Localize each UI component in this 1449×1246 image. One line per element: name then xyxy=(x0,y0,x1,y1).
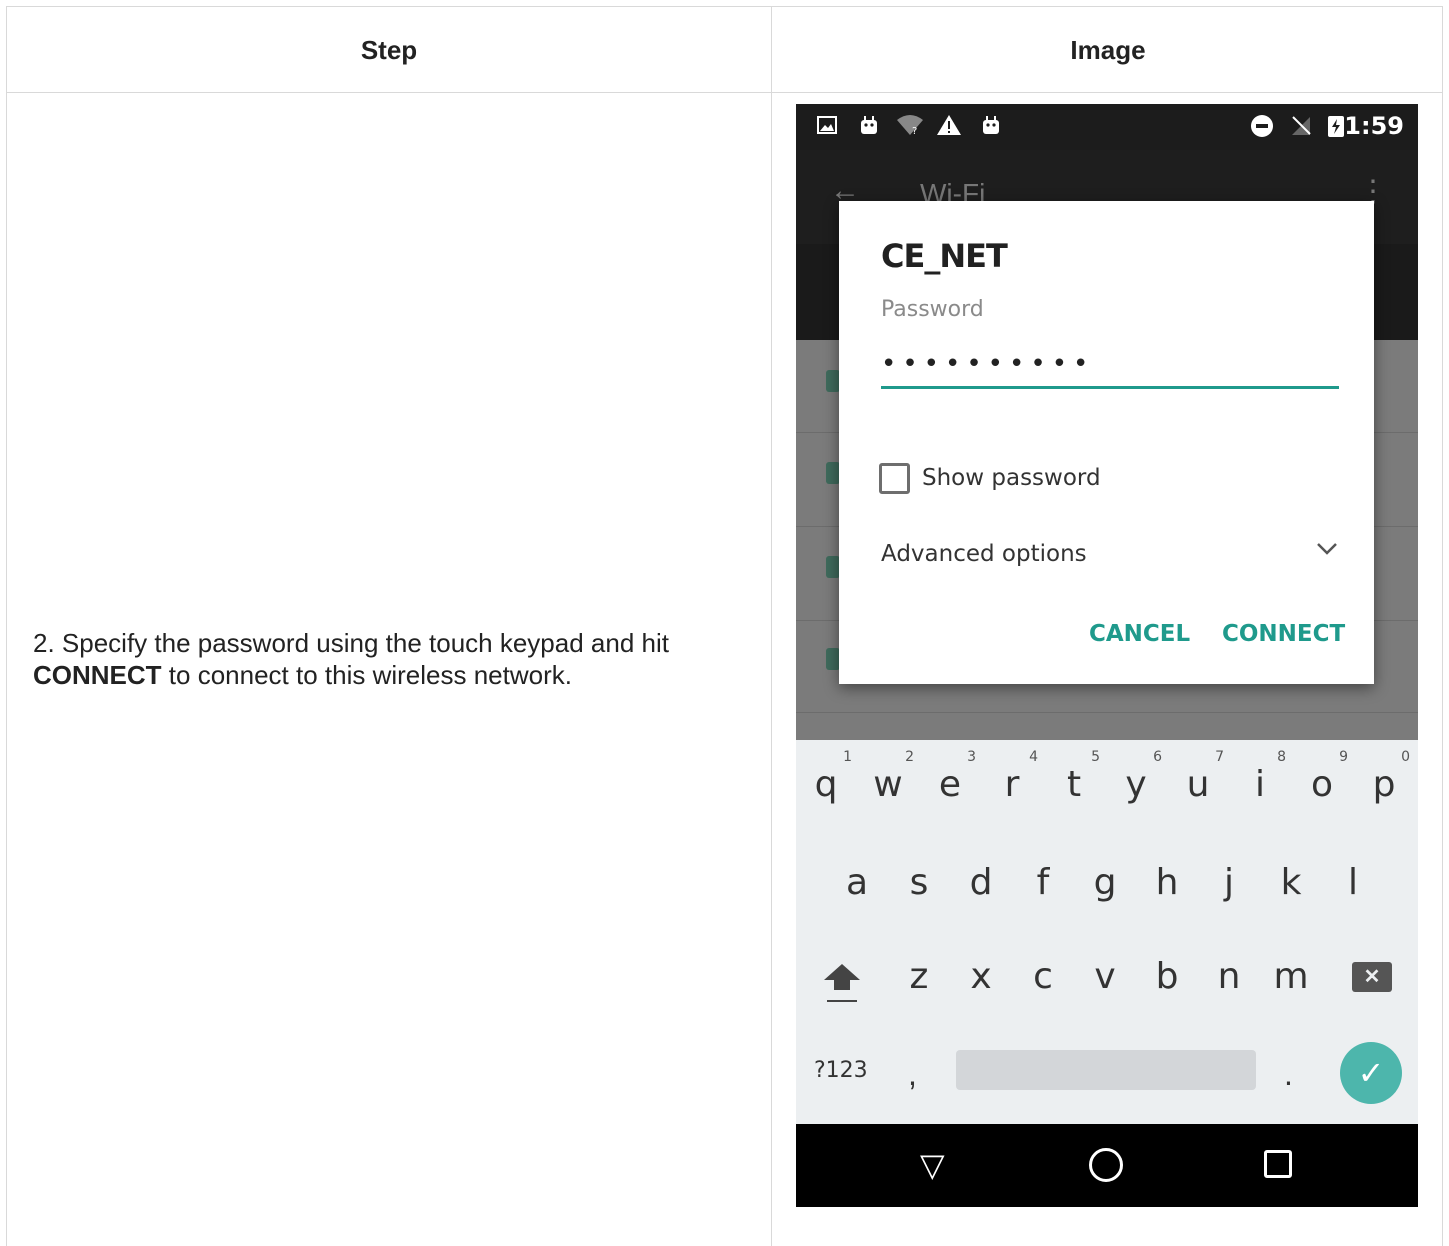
key-label: w xyxy=(873,764,903,805)
key-hint: 4 xyxy=(1029,749,1038,765)
password-field[interactable] xyxy=(881,341,1339,389)
dnd-icon xyxy=(1250,114,1274,144)
svg-text:?: ? xyxy=(912,126,917,136)
key-l[interactable]: l xyxy=(1323,838,1383,928)
key-q[interactable]: q1 xyxy=(796,740,856,830)
home-circle-icon[interactable] xyxy=(1089,1148,1123,1182)
key-label: t xyxy=(1066,764,1082,805)
key-label: o xyxy=(1310,764,1334,805)
keyboard-row-3: z x c v b n m xyxy=(796,932,1418,1022)
key-o[interactable]: o9 xyxy=(1292,740,1352,830)
key-d[interactable]: d xyxy=(951,838,1011,928)
dialog-title: CE_NET xyxy=(881,237,1008,275)
warning-icon xyxy=(936,114,962,142)
cancel-button[interactable]: CANCEL xyxy=(1089,621,1190,647)
keyboard-row-2: a s d f g h j k l xyxy=(796,838,1418,928)
key-k[interactable]: k xyxy=(1261,838,1321,928)
keyboard-row-1: q1 w2 e3 r4 t5 y6 u7 i8 o9 p0 xyxy=(796,740,1418,830)
key-g[interactable]: g xyxy=(1075,838,1135,928)
header-image: Image xyxy=(1070,34,1146,65)
navigation-bar: ▽ xyxy=(796,1124,1418,1207)
show-password-checkbox[interactable] xyxy=(879,462,910,494)
password-label: Password xyxy=(881,297,984,322)
soft-keyboard: q1 w2 e3 r4 t5 y6 u7 i8 o9 p0 a s d f g … xyxy=(796,740,1418,1124)
symbols-key[interactable]: ?123 xyxy=(814,1058,868,1083)
key-label: r xyxy=(1004,764,1020,805)
key-y[interactable]: y6 xyxy=(1106,740,1166,830)
phone-screenshot: ? 1:59 ← Wi-Fi ⋮ CE_NET Password •••••••… xyxy=(796,104,1418,1207)
key-z[interactable]: z xyxy=(889,932,949,1022)
key-label: u xyxy=(1186,764,1210,805)
key-x[interactable]: x xyxy=(951,932,1011,1022)
key-n[interactable]: n xyxy=(1199,932,1259,1022)
key-p[interactable]: p0 xyxy=(1354,740,1414,830)
key-e[interactable]: e3 xyxy=(920,740,980,830)
key-s[interactable]: s xyxy=(889,838,949,928)
key-hint: 3 xyxy=(967,749,976,765)
key-label: y xyxy=(1125,764,1147,805)
key-hint: 7 xyxy=(1215,749,1224,765)
key-hint: 8 xyxy=(1277,749,1286,765)
step-text-bold: CONNECT xyxy=(33,660,162,690)
wifi-icon: ? xyxy=(896,114,924,142)
enter-check-icon[interactable]: ✓ xyxy=(1340,1042,1402,1104)
key-b[interactable]: b xyxy=(1137,932,1197,1022)
key-hint: 9 xyxy=(1339,749,1348,765)
back-triangle-icon[interactable]: ▽ xyxy=(920,1146,945,1184)
key-r[interactable]: r4 xyxy=(982,740,1042,830)
key-hint: 6 xyxy=(1153,749,1162,765)
key-i[interactable]: i8 xyxy=(1230,740,1290,830)
no-sim-icon xyxy=(1290,114,1312,142)
key-a[interactable]: a xyxy=(827,838,887,928)
key-hint: 1 xyxy=(843,749,852,765)
connect-button[interactable]: CONNECT xyxy=(1222,621,1345,647)
wifi-signal-icon xyxy=(826,370,840,392)
comma-key[interactable]: , xyxy=(908,1056,917,1093)
key-hint: 0 xyxy=(1401,749,1410,765)
key-f[interactable]: f xyxy=(1013,838,1073,928)
status-time: 1:59 xyxy=(1344,112,1404,140)
step-description: 2. Specify the password using the touch … xyxy=(33,627,753,691)
header-step: Step xyxy=(360,34,418,65)
table-header-row: Step Image xyxy=(7,7,1442,93)
status-bar: ? 1:59 xyxy=(796,104,1418,150)
key-label: i xyxy=(1254,764,1265,805)
key-hint: 5 xyxy=(1091,749,1100,765)
space-bar[interactable] xyxy=(956,1050,1256,1090)
android-icon xyxy=(858,114,880,142)
chevron-down-icon[interactable] xyxy=(1316,535,1338,563)
backspace-icon[interactable]: ✕ xyxy=(1352,962,1392,992)
recents-square-icon[interactable] xyxy=(1264,1150,1292,1178)
show-password-label: Show password xyxy=(922,465,1101,491)
key-j[interactable]: j xyxy=(1199,838,1259,928)
key-label: q xyxy=(814,764,838,805)
column-divider xyxy=(771,7,772,1246)
key-label: e xyxy=(938,764,962,805)
show-password-row[interactable]: Show password xyxy=(879,461,1101,495)
key-hint: 2 xyxy=(905,749,914,765)
list-divider xyxy=(796,712,1418,713)
key-h[interactable]: h xyxy=(1137,838,1197,928)
key-v[interactable]: v xyxy=(1075,932,1135,1022)
key-label: p xyxy=(1372,764,1396,805)
battery-charging-icon xyxy=(1326,114,1346,144)
wifi-signal-icon xyxy=(826,648,840,670)
android-icon xyxy=(980,114,1002,142)
key-w[interactable]: w2 xyxy=(858,740,918,830)
step-text-prefix: 2. Specify the password using the touch … xyxy=(33,628,669,658)
period-key[interactable]: . xyxy=(1284,1056,1293,1093)
image-icon xyxy=(816,114,838,142)
key-c[interactable]: c xyxy=(1013,932,1073,1022)
advanced-options-label[interactable]: Advanced options xyxy=(881,541,1087,567)
step-text-suffix: to connect to this wireless network. xyxy=(161,660,572,690)
key-t[interactable]: t5 xyxy=(1044,740,1104,830)
key-m[interactable]: m xyxy=(1261,932,1321,1022)
wifi-signal-icon xyxy=(826,462,840,484)
wifi-password-dialog: CE_NET Password Show password Advanced o… xyxy=(839,201,1374,684)
key-u[interactable]: u7 xyxy=(1168,740,1228,830)
wifi-signal-icon xyxy=(826,556,840,578)
